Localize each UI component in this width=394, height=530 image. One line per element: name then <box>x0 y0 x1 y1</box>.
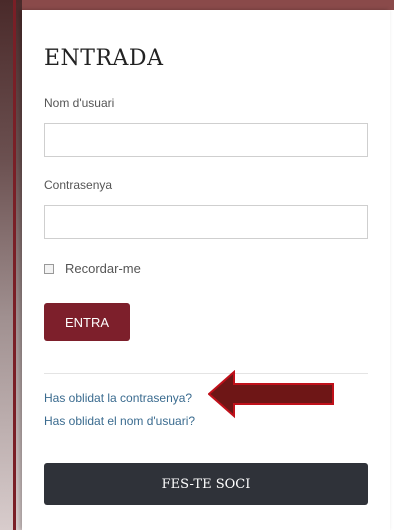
username-label: Nom d'usuari <box>44 96 115 110</box>
login-title: ENTRADA <box>44 46 164 71</box>
login-panel: ENTRADA Nom d'usuari Contrasenya Recorda… <box>22 10 390 530</box>
forgot-username-link[interactable]: Has oblidat el nom d'usuari? <box>44 414 195 428</box>
background-top-strip <box>22 0 394 10</box>
arrow-left-icon <box>208 370 334 419</box>
forgot-password-link[interactable]: Has oblidat la contrasenya? <box>44 391 192 405</box>
username-input[interactable] <box>44 123 368 157</box>
password-input[interactable] <box>44 205 368 239</box>
remember-label[interactable]: Recordar-me <box>65 261 141 276</box>
password-label: Contrasenya <box>44 178 113 192</box>
background-left-strip <box>0 0 22 530</box>
join-button[interactable]: FES-TE SOCI <box>44 463 368 505</box>
login-button[interactable]: ENTRA <box>44 303 130 341</box>
remember-checkbox[interactable] <box>44 264 54 274</box>
